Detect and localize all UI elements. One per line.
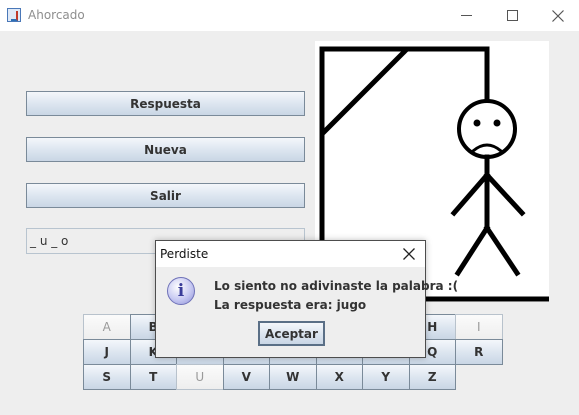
nueva-button[interactable]: Nueva: [26, 137, 305, 162]
letter-button-x[interactable]: X: [315, 364, 363, 390]
close-icon: [403, 248, 415, 260]
salir-button[interactable]: Salir: [26, 183, 305, 208]
close-button[interactable]: [535, 0, 579, 31]
letter-button-a[interactable]: A: [83, 314, 131, 340]
head: [457, 99, 517, 159]
letter-button-r[interactable]: R: [455, 339, 503, 365]
right-arm: [483, 171, 526, 217]
accept-button[interactable]: Aceptar: [258, 321, 325, 346]
left-arm: [450, 171, 491, 217]
dialog-message: Lo siento no adivinaste la palabra :(: [214, 279, 459, 293]
java-app-icon: [7, 8, 21, 22]
dialog-title: Perdiste: [160, 247, 209, 261]
right-eye: [493, 119, 501, 127]
letter-button-u[interactable]: U: [176, 364, 224, 390]
letter-button-t[interactable]: T: [129, 364, 177, 390]
right-leg: [483, 224, 521, 277]
minimize-button[interactable]: [443, 0, 489, 31]
letter-button-s[interactable]: S: [83, 364, 131, 390]
maximize-button[interactable]: [489, 0, 535, 31]
lost-dialog: Perdiste i Lo siento no adivinaste la pa…: [155, 240, 458, 358]
left-eye: [473, 119, 481, 127]
dialog-close-button[interactable]: [396, 243, 422, 265]
letter-button-z[interactable]: Z: [408, 364, 456, 390]
letter-button-y[interactable]: Y: [362, 364, 410, 390]
window-title: Ahorcado: [28, 8, 85, 22]
sad-mouth: [470, 143, 504, 154]
maximize-icon: [506, 10, 518, 21]
close-icon: [552, 9, 564, 22]
dialog-title-bar: Perdiste: [156, 241, 425, 267]
respuesta-button[interactable]: Respuesta: [26, 91, 305, 116]
info-icon: i: [167, 277, 195, 305]
letter-button-w[interactable]: W: [269, 364, 317, 390]
letter-button-j[interactable]: J: [83, 339, 131, 365]
gallows-brace: [320, 47, 409, 136]
minimize-icon: [460, 15, 472, 16]
letter-button-i[interactable]: I: [455, 314, 503, 340]
letter-button-v[interactable]: V: [222, 364, 270, 390]
title-bar: Ahorcado: [0, 0, 579, 31]
dialog-answer: La respuesta era: jugo: [214, 298, 367, 312]
left-leg: [454, 224, 491, 277]
